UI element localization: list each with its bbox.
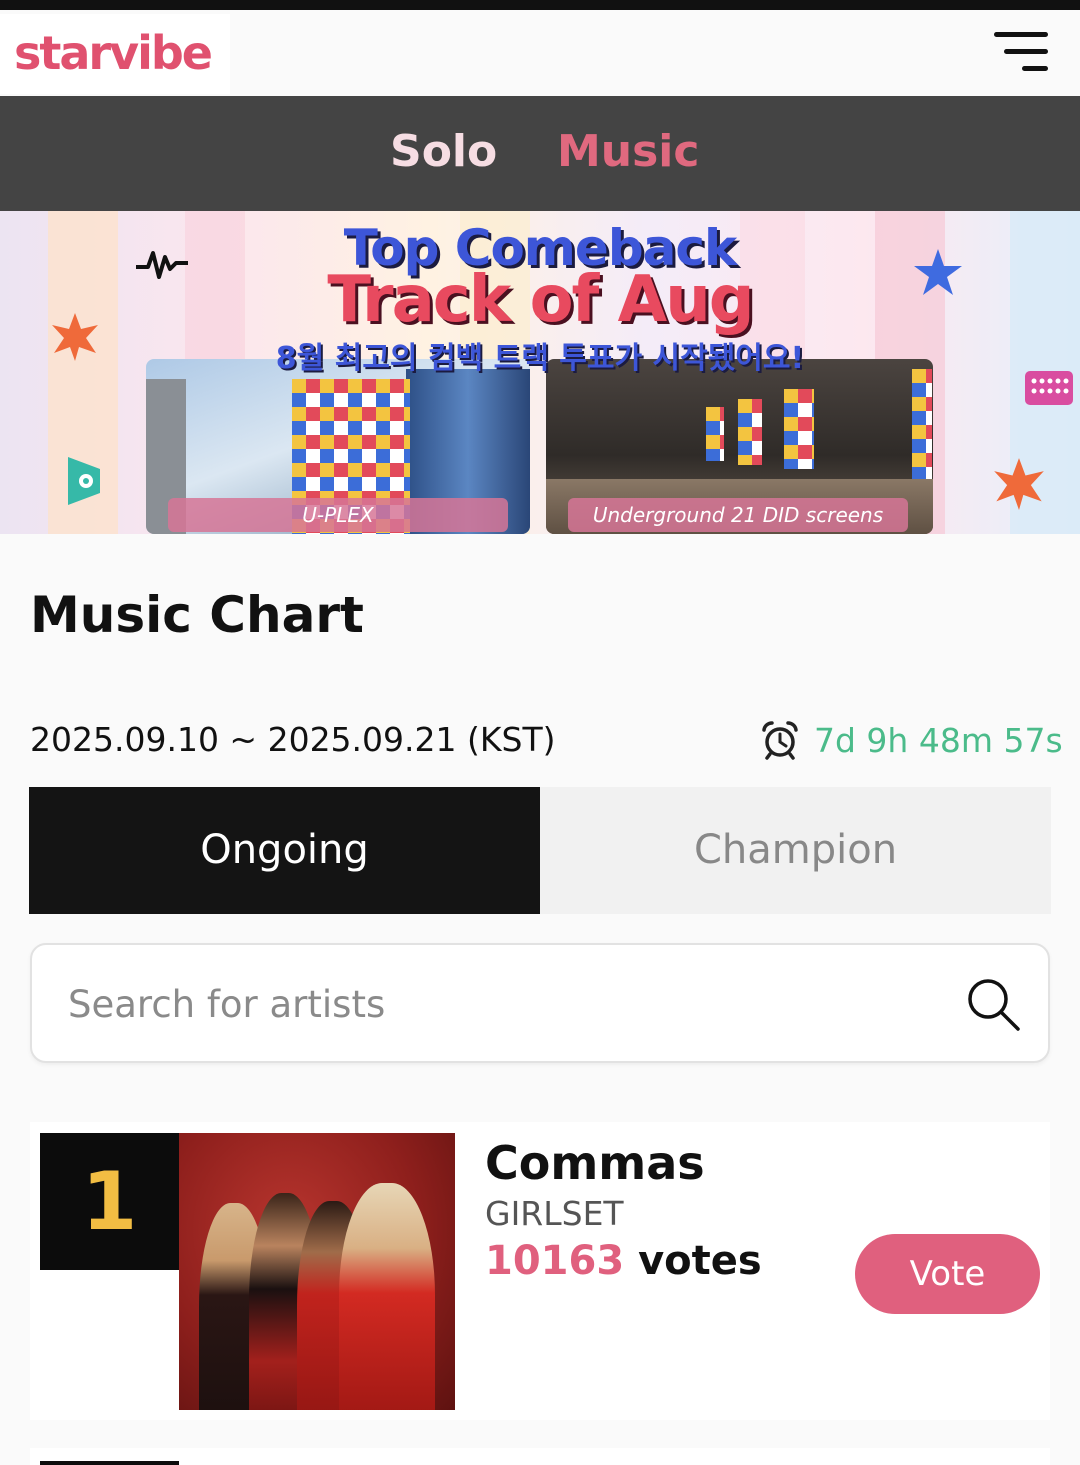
category-nav: Solo Music [0, 96, 1080, 211]
tab-solo[interactable]: Solo [390, 126, 497, 177]
speaker-icon [68, 457, 100, 505]
orange-star-icon [994, 458, 1044, 510]
vote-suffix: votes [624, 1238, 762, 1284]
rank-badge: 1 [40, 1133, 179, 1270]
chart-tabs: Ongoing Champion [29, 787, 1051, 914]
tab-music[interactable]: Music [557, 126, 699, 177]
vote-count: 10163 votes [485, 1238, 762, 1284]
app-header: starvibe [0, 10, 1080, 96]
vote-button[interactable]: Vote [855, 1234, 1040, 1314]
status-bar-edge [0, 0, 1080, 10]
chart-row[interactable] [30, 1448, 1050, 1465]
banner-subtitle: 8월 최고의 컴백 트랙 투표가 시작됐어요! [275, 341, 805, 376]
vote-number: 10163 [485, 1238, 625, 1284]
date-range: 2025.09.10 ~ 2025.09.21 (KST) [30, 720, 556, 759]
photo-caption: Underground 21 DID screens [568, 498, 908, 532]
alarm-clock-icon [762, 721, 798, 760]
search-box [30, 943, 1050, 1063]
song-title: Commas [485, 1136, 705, 1190]
logo[interactable]: starvibe [14, 26, 213, 80]
hamburger-menu-icon[interactable] [994, 30, 1050, 76]
tab-champion[interactable]: Champion [540, 787, 1051, 914]
tab-ongoing[interactable]: Ongoing [29, 787, 540, 914]
banner-photo-underground: Underground 21 DID screens [546, 359, 933, 534]
logo-container[interactable]: starvibe [0, 14, 230, 94]
promo-banner[interactable]: Top Comeback Track of Aug U-PLEX Undergr… [0, 211, 1080, 534]
countdown-text: 7d 9h 48m 57s [814, 720, 1063, 760]
album-art [179, 1133, 455, 1410]
banner-title-line2: Track of Aug [327, 263, 754, 337]
photo-caption: U-PLEX [168, 498, 508, 532]
countdown: 7d 9h 48m 57s [760, 718, 1063, 762]
page-title: Music Chart [30, 586, 364, 644]
artist-name: GIRLSET [485, 1194, 624, 1233]
banner-photo-uplex: U-PLEX [146, 359, 530, 534]
rank-badge [40, 1461, 179, 1465]
search-icon[interactable] [964, 975, 1022, 1033]
search-input[interactable] [66, 971, 910, 1037]
chart-row[interactable]: 1 Commas GIRLSET 10163 votes Vote [30, 1122, 1050, 1420]
